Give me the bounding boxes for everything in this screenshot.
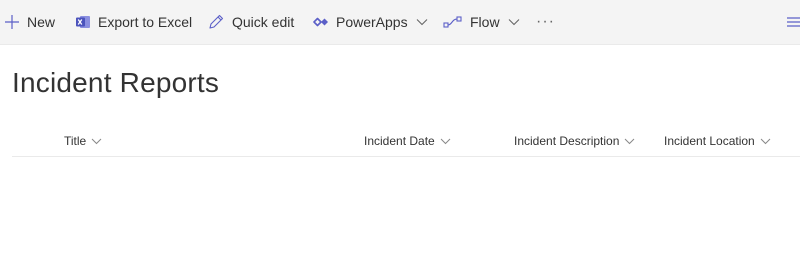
column-header-label: Incident Location	[664, 134, 755, 148]
flow-icon	[443, 14, 463, 30]
chevron-down-icon	[91, 138, 102, 145]
pencil-icon	[207, 13, 225, 31]
page-title: Incident Reports	[12, 67, 220, 98]
chevron-down-icon	[440, 138, 451, 145]
export-to-excel-button[interactable]: Export to Excel	[75, 0, 192, 44]
more-glyph: ···	[536, 13, 555, 30]
column-header-incident-date[interactable]: Incident Date	[364, 130, 451, 152]
powerapps-icon	[313, 14, 329, 30]
add-icon	[4, 14, 20, 30]
more-icon[interactable]: ···	[536, 0, 555, 44]
column-header-incident-location[interactable]: Incident Location	[664, 130, 771, 152]
command-bar: New Export to Excel Quick edit PowerApps	[0, 0, 800, 45]
column-header-incident-description[interactable]: Incident Description	[514, 130, 635, 152]
quick-edit-button[interactable]: Quick edit	[207, 0, 294, 44]
column-header-label: Incident Date	[364, 134, 435, 148]
new-button[interactable]: New	[4, 0, 55, 44]
powerapps-label: PowerApps	[336, 14, 408, 30]
chevron-down-icon	[416, 18, 428, 26]
new-button-label: New	[27, 14, 56, 30]
chevron-down-icon	[760, 138, 771, 145]
excel-icon	[75, 14, 91, 30]
export-to-excel-label: Export to Excel	[98, 14, 193, 30]
powerapps-menu[interactable]: PowerApps	[313, 0, 428, 44]
chevron-down-icon	[508, 18, 520, 26]
column-header-title[interactable]: Title	[64, 130, 102, 152]
flow-label: Flow	[470, 14, 500, 30]
header-divider	[12, 156, 800, 157]
quick-edit-label: Quick edit	[232, 14, 295, 30]
chevron-down-icon	[624, 138, 635, 145]
column-header-label: Incident Description	[514, 134, 620, 148]
flow-menu[interactable]: Flow	[443, 0, 520, 44]
column-header-label: Title	[64, 134, 87, 148]
view-options-icon[interactable]	[786, 0, 800, 44]
